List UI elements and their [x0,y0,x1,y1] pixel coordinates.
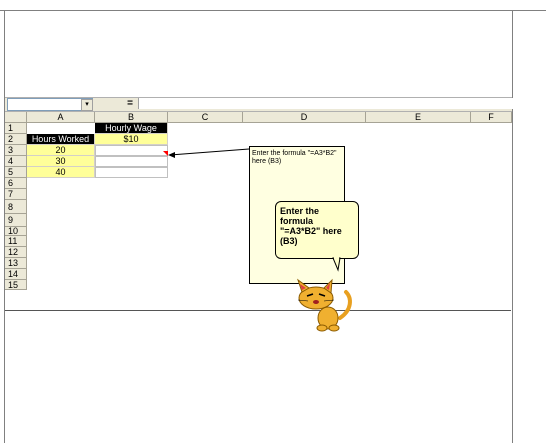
comment-arrow-head [168,152,175,158]
balloon-tail [332,257,341,272]
comment-arrow [169,148,250,156]
comment-indicator-icon [163,151,168,156]
cat-assistant-icon[interactable] [297,278,352,332]
annotation-overlay [163,148,352,332]
